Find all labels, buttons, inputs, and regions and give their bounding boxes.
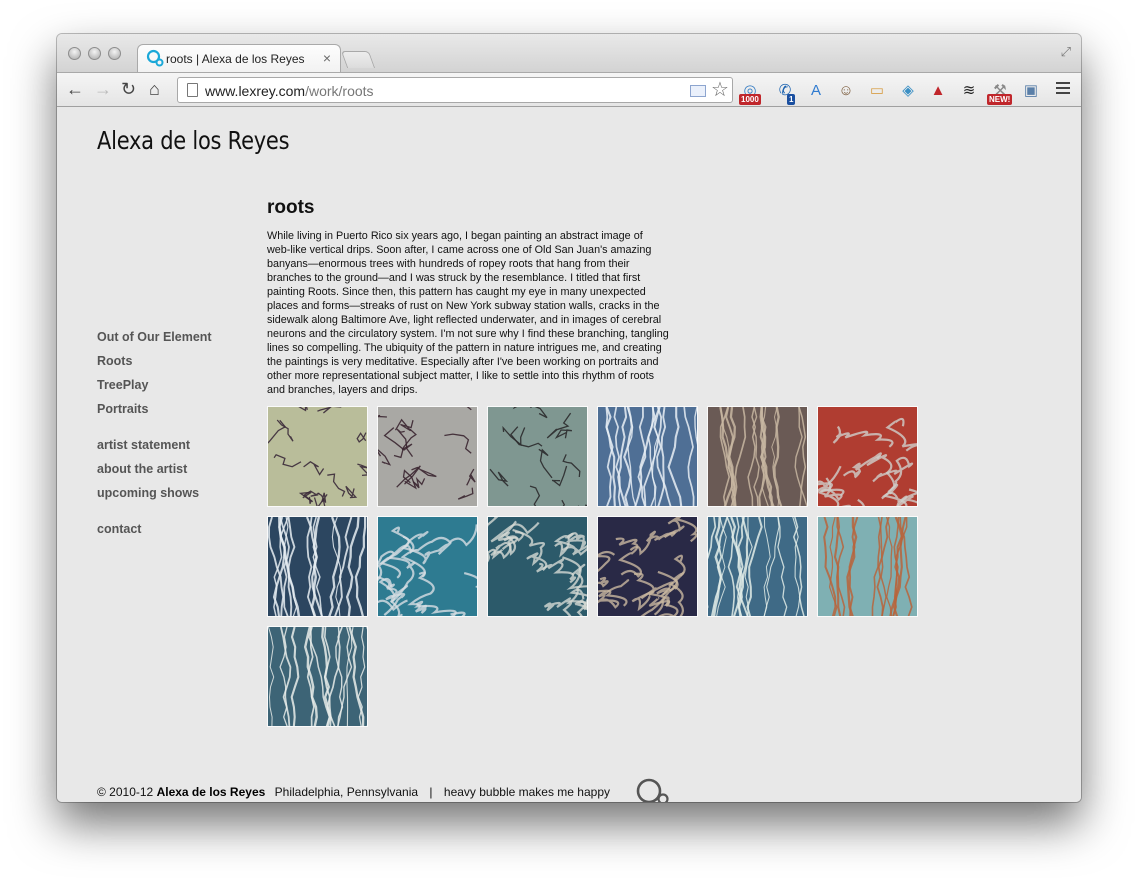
painting-thumbnail[interactable] (487, 406, 588, 507)
artist-description: While living in Puerto Rico six years ag… (267, 230, 669, 396)
forward-icon[interactable]: → (94, 79, 112, 99)
footer-copyright: © 2010-12 (97, 785, 154, 799)
home-icon[interactable]: ⌂ (149, 79, 160, 99)
nav-portraits[interactable]: Portraits (97, 402, 148, 416)
zoom-window-button[interactable] (108, 47, 121, 60)
painting-thumbnail[interactable] (707, 406, 808, 507)
sofa-extension-icon[interactable]: ▲ (928, 81, 948, 101)
cube-extension-icon[interactable]: ◈ (898, 81, 918, 101)
lexrey-favicon-icon (146, 49, 164, 67)
menu-icon[interactable] (1056, 82, 1070, 98)
face-extension-icon[interactable]: ☺ (836, 81, 856, 101)
badge-new: NEW! (987, 94, 1013, 105)
nav-out-of-our-element[interactable]: Out of Our Element (97, 330, 212, 344)
new-tab-button[interactable] (340, 51, 376, 68)
painting-thumbnail[interactable] (487, 516, 588, 617)
address-bar[interactable]: www.lexrey.com/work/roots ☆ (177, 77, 733, 103)
nav-treeplay[interactable]: TreePlay (97, 378, 148, 392)
site-title[interactable]: Alexa de los Reyes (97, 126, 290, 155)
nav-contact[interactable]: contact (97, 522, 141, 536)
footer-separator: | (429, 785, 433, 799)
window-extension-icon[interactable]: ▣ (1021, 81, 1041, 101)
page-content: Alexa de los Reyes Out of Our Element Ro… (57, 107, 1081, 802)
footer: © 2010-12 Alexa de los Reyes Philadelphi… (97, 785, 610, 799)
reload-icon[interactable]: ↻ (121, 79, 136, 99)
painting-thumbnail[interactable] (597, 516, 698, 617)
layers-extension-icon[interactable]: ≋ (959, 81, 979, 101)
page-icon (187, 83, 198, 97)
tab-roots[interactable]: roots | Alexa de los Reyes × (137, 44, 341, 72)
nav-upcoming-shows[interactable]: upcoming shows (97, 486, 199, 500)
browser-toolbar: ← → ↻ ⌂ www.lexrey.com/work/roots ☆ ◎ 10… (57, 72, 1081, 107)
painting-thumbnail[interactable] (817, 516, 918, 617)
painting-thumbnail[interactable] (267, 406, 368, 507)
page-heading: roots (267, 197, 315, 218)
nav-artist-statement[interactable]: artist statement (97, 438, 190, 452)
painting-thumbnail[interactable] (597, 406, 698, 507)
painting-thumbnail[interactable] (377, 516, 478, 617)
minimize-window-button[interactable] (88, 47, 101, 60)
bus-extension-icon[interactable]: ▭ (867, 81, 887, 101)
painting-thumbnail[interactable] (267, 626, 368, 727)
fullscreen-icon[interactable]: ⤢ (1061, 44, 1071, 60)
tab-close-icon[interactable]: × (323, 50, 331, 66)
heavy-bubble-logo-icon[interactable] (635, 777, 671, 802)
painting-thumbnail[interactable] (377, 406, 478, 507)
badge-count: 1000 (739, 94, 761, 105)
tab-title: roots | Alexa de los Reyes (166, 52, 305, 66)
badge-count: 1 (787, 94, 796, 105)
url-text: www.lexrey.com/work/roots (205, 83, 374, 99)
painting-thumbnail[interactable] (267, 516, 368, 617)
tab-strip: roots | Alexa de los Reyes × ⤢ (57, 34, 1081, 72)
back-icon[interactable]: ← (66, 79, 84, 99)
translate-icon[interactable] (690, 85, 706, 97)
browser-window: roots | Alexa de los Reyes × ⤢ ← → ↻ ⌂ w… (57, 34, 1081, 802)
footer-name: Alexa de los Reyes (156, 785, 266, 799)
close-window-button[interactable] (68, 47, 81, 60)
nav-roots[interactable]: Roots (97, 354, 132, 368)
painting-thumbnail[interactable] (817, 406, 918, 507)
nav-about-the-artist[interactable]: about the artist (97, 462, 187, 476)
bookmark-star-icon[interactable]: ☆ (711, 79, 729, 101)
painting-thumbnail[interactable] (707, 516, 808, 617)
translate-extension-icon[interactable]: A (806, 81, 826, 101)
footer-credit-link[interactable]: heavy bubble makes me happy (444, 785, 610, 799)
footer-location: Philadelphia, Pennsylvania (274, 785, 419, 799)
